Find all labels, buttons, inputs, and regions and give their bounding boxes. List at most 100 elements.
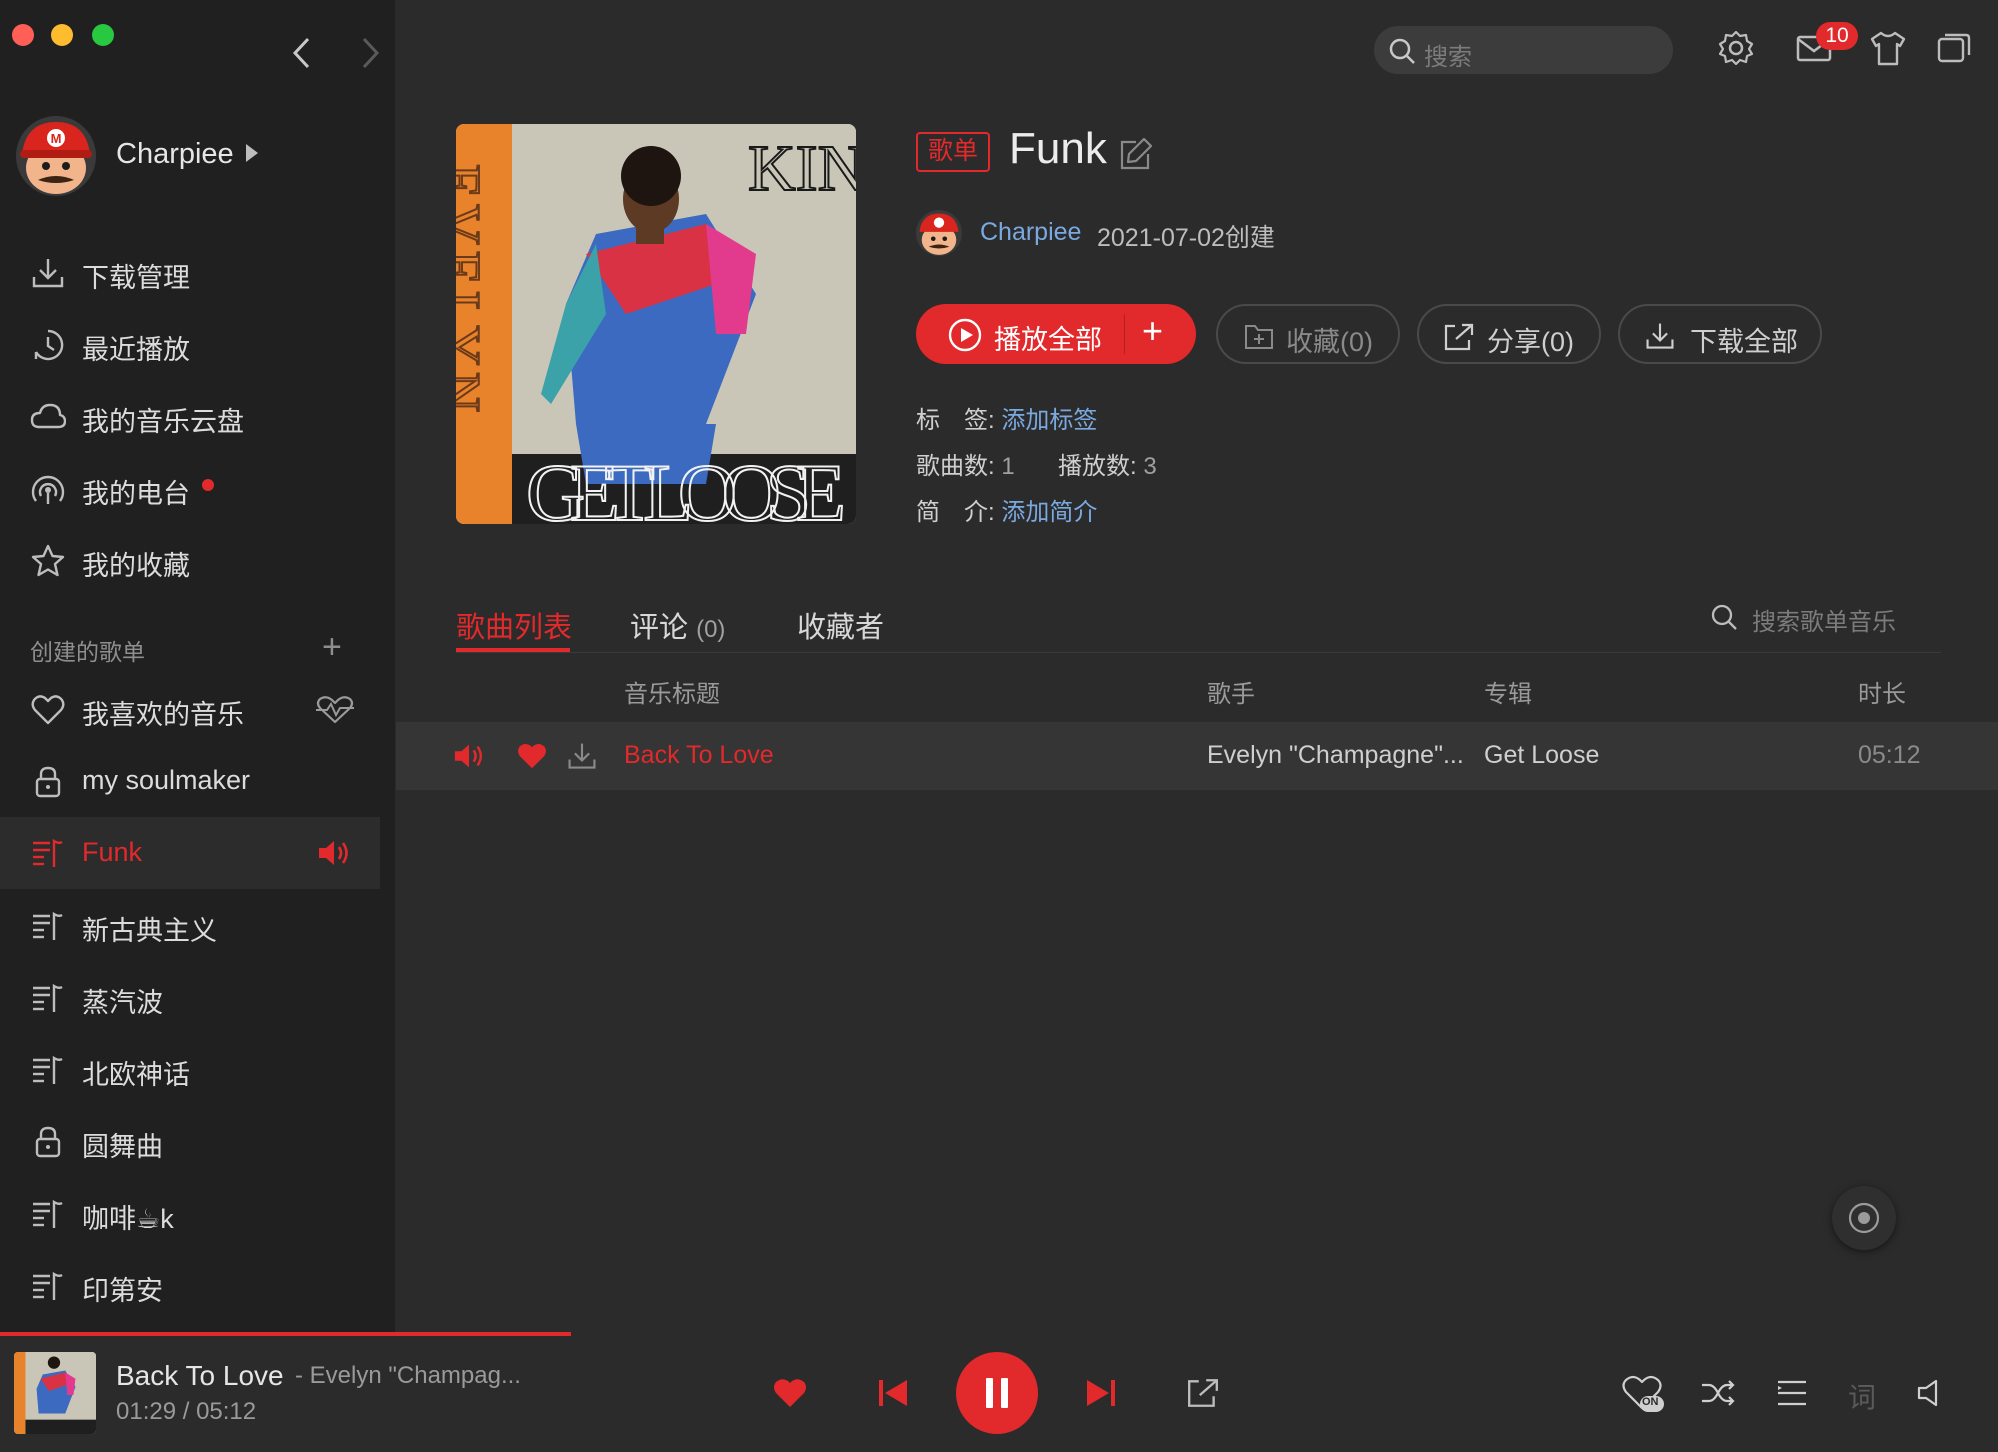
avatar[interactable]: M bbox=[16, 116, 96, 196]
page-title: Funk bbox=[1009, 124, 1107, 173]
song-title[interactable]: Back To Love bbox=[624, 741, 774, 770]
cloud-icon bbox=[30, 403, 66, 429]
sidebar-item-downloads[interactable]: 下载管理 bbox=[0, 240, 380, 304]
like-heart-icon[interactable] bbox=[772, 1377, 808, 1409]
user-profile[interactable]: M Charpiee bbox=[16, 116, 376, 196]
collect-label: 收藏(0) bbox=[1286, 327, 1373, 357]
download-all-label: 下载全部 bbox=[1690, 327, 1798, 357]
play-all-button[interactable]: 播放全部 + bbox=[916, 304, 1196, 364]
song-album[interactable]: Get Loose bbox=[1484, 741, 1599, 770]
column-title[interactable]: 音乐标题 bbox=[624, 674, 720, 709]
play-count-value: 3 bbox=[1143, 453, 1157, 480]
target-icon bbox=[1848, 1202, 1880, 1234]
add-tags-link[interactable]: 添加标签 bbox=[1001, 407, 1097, 434]
search-icon bbox=[1389, 38, 1415, 64]
tshirt-icon[interactable] bbox=[1868, 28, 1908, 68]
previous-track-icon[interactable] bbox=[876, 1376, 910, 1410]
playlist-icon bbox=[33, 1055, 63, 1084]
share-icon[interactable] bbox=[1186, 1376, 1220, 1410]
sidebar-item-recent[interactable]: 最近播放 bbox=[0, 312, 380, 376]
song-count-value: 1 bbox=[1001, 453, 1015, 480]
song-artist[interactable]: Evelyn "Champagne"... bbox=[1207, 741, 1464, 770]
tags-label: 标 签: bbox=[916, 407, 995, 434]
liked-heart-icon[interactable] bbox=[516, 742, 548, 770]
locate-playing-button[interactable] bbox=[1832, 1186, 1896, 1250]
sidebar-item-norse-myth[interactable]: 北欧神话 bbox=[0, 1037, 380, 1101]
download-icon bbox=[32, 259, 64, 288]
download-all-button[interactable]: 下载全部 bbox=[1618, 304, 1822, 364]
edit-icon[interactable] bbox=[1118, 134, 1156, 172]
zoom-window-button[interactable] bbox=[92, 24, 114, 46]
sidebar-item-indian[interactable]: 印第安 bbox=[0, 1253, 380, 1317]
username[interactable]: Charpiee bbox=[116, 138, 234, 171]
volume-icon[interactable] bbox=[1916, 1378, 1946, 1408]
search-input[interactable]: 搜索 bbox=[1374, 26, 1673, 74]
sidebar-item-vaporwave[interactable]: 蒸汽波 bbox=[0, 965, 380, 1029]
sidebar-item-waltz[interactable]: 圆舞曲 bbox=[0, 1109, 380, 1173]
tab-song-list[interactable]: 歌曲列表 bbox=[456, 604, 572, 646]
collect-button[interactable]: 收藏(0) bbox=[1216, 304, 1400, 364]
add-intro-link[interactable]: 添加简介 bbox=[1001, 499, 1097, 526]
svg-text:M: M bbox=[51, 131, 62, 146]
play-count-label: 播放数: bbox=[1058, 453, 1137, 480]
play-all-label: 播放全部 bbox=[994, 325, 1102, 355]
tab-subscribers[interactable]: 收藏者 bbox=[797, 604, 884, 646]
speaker-playing-icon bbox=[454, 744, 483, 768]
shuffle-icon[interactable] bbox=[1700, 1378, 1736, 1408]
download-icon[interactable] bbox=[566, 740, 598, 772]
sidebar-item-label: 下载管理 bbox=[82, 263, 190, 293]
column-album[interactable]: 专辑 bbox=[1484, 674, 1532, 709]
progress-fill[interactable] bbox=[0, 1332, 572, 1336]
sidebar-item-coffee[interactable]: 咖啡☕k bbox=[0, 1181, 380, 1245]
notification-dot bbox=[202, 479, 214, 491]
lyrics-button[interactable]: 词 bbox=[1848, 1376, 1876, 1416]
next-track-icon[interactable] bbox=[1084, 1376, 1118, 1410]
add-playlist-button[interactable]: + bbox=[322, 628, 342, 667]
sidebar-item-label: 新古典主义 bbox=[82, 916, 217, 946]
now-playing-title[interactable]: Back To Love bbox=[116, 1360, 284, 1392]
download-icon bbox=[1646, 323, 1674, 349]
chevron-left-icon[interactable] bbox=[290, 36, 314, 70]
sidebar-item-liked-music[interactable]: 我喜欢的音乐 bbox=[0, 677, 380, 741]
column-duration[interactable]: 时长 bbox=[1858, 674, 1906, 709]
now-playing-artist[interactable]: - Evelyn "Champag... bbox=[295, 1362, 521, 1390]
sidebar-item-label: 圆舞曲 bbox=[82, 1132, 163, 1162]
sidebar-item-label: 印第安 bbox=[82, 1276, 163, 1306]
play-circle-icon bbox=[948, 318, 982, 352]
sidebar-item-label: 最近播放 bbox=[82, 335, 190, 365]
add-to-queue-button[interactable]: + bbox=[1142, 310, 1163, 352]
column-artist[interactable]: 歌手 bbox=[1207, 674, 1255, 709]
table-row[interactable]: Back To Love Evelyn "Champagne"... Get L… bbox=[396, 722, 1998, 790]
heartbeat-mode-icon[interactable] bbox=[314, 695, 356, 725]
now-playing-time: 01:29 / 05:12 bbox=[116, 1398, 257, 1425]
tabs-divider bbox=[456, 652, 1941, 653]
minimize-window-button[interactable] bbox=[51, 24, 73, 46]
creator-link[interactable]: Charpiee bbox=[980, 218, 1081, 247]
caret-right-icon[interactable] bbox=[246, 144, 258, 162]
close-window-button[interactable] bbox=[12, 24, 34, 46]
pause-button[interactable] bbox=[956, 1352, 1038, 1434]
sidebar-item-funk[interactable]: Funk bbox=[0, 817, 380, 889]
sidebar-item-label: 我的电台 bbox=[82, 479, 190, 509]
gear-icon[interactable] bbox=[1716, 28, 1756, 68]
create-date: 2021-07-02创建 bbox=[1097, 224, 1275, 252]
playlist-queue-icon[interactable] bbox=[1776, 1378, 1810, 1408]
sidebar-item-label: my soulmaker bbox=[82, 765, 251, 795]
sidebar-item-label: 我的音乐云盘 bbox=[82, 407, 244, 437]
share-icon bbox=[1444, 323, 1474, 351]
now-playing-cover[interactable] bbox=[14, 1352, 96, 1434]
sidebar-item-cloud[interactable]: 我的音乐云盘 bbox=[0, 384, 380, 448]
sidebar-item-label: 北欧神话 bbox=[82, 1060, 190, 1090]
mini-window-icon[interactable] bbox=[1934, 28, 1974, 68]
sidebar-item-radio[interactable]: 我的电台 bbox=[0, 456, 380, 520]
chevron-right-icon[interactable] bbox=[358, 36, 382, 70]
sidebar-item-favorites[interactable]: 我的收藏 bbox=[0, 528, 380, 592]
creator-avatar[interactable] bbox=[916, 210, 962, 256]
sidebar-item-my-soulmaker[interactable]: my soulmaker bbox=[0, 749, 380, 813]
cover-title-text: KING bbox=[748, 132, 856, 205]
created-playlists-header[interactable]: 创建的歌单 bbox=[30, 633, 145, 667]
stats-row: 歌曲数: 1 播放数: 3 bbox=[916, 446, 1157, 481]
tab-comments[interactable]: 评论 (0) bbox=[630, 604, 725, 646]
share-button[interactable]: 分享(0) bbox=[1417, 304, 1601, 364]
sidebar-item-neoclassical[interactable]: 新古典主义 bbox=[0, 893, 380, 957]
